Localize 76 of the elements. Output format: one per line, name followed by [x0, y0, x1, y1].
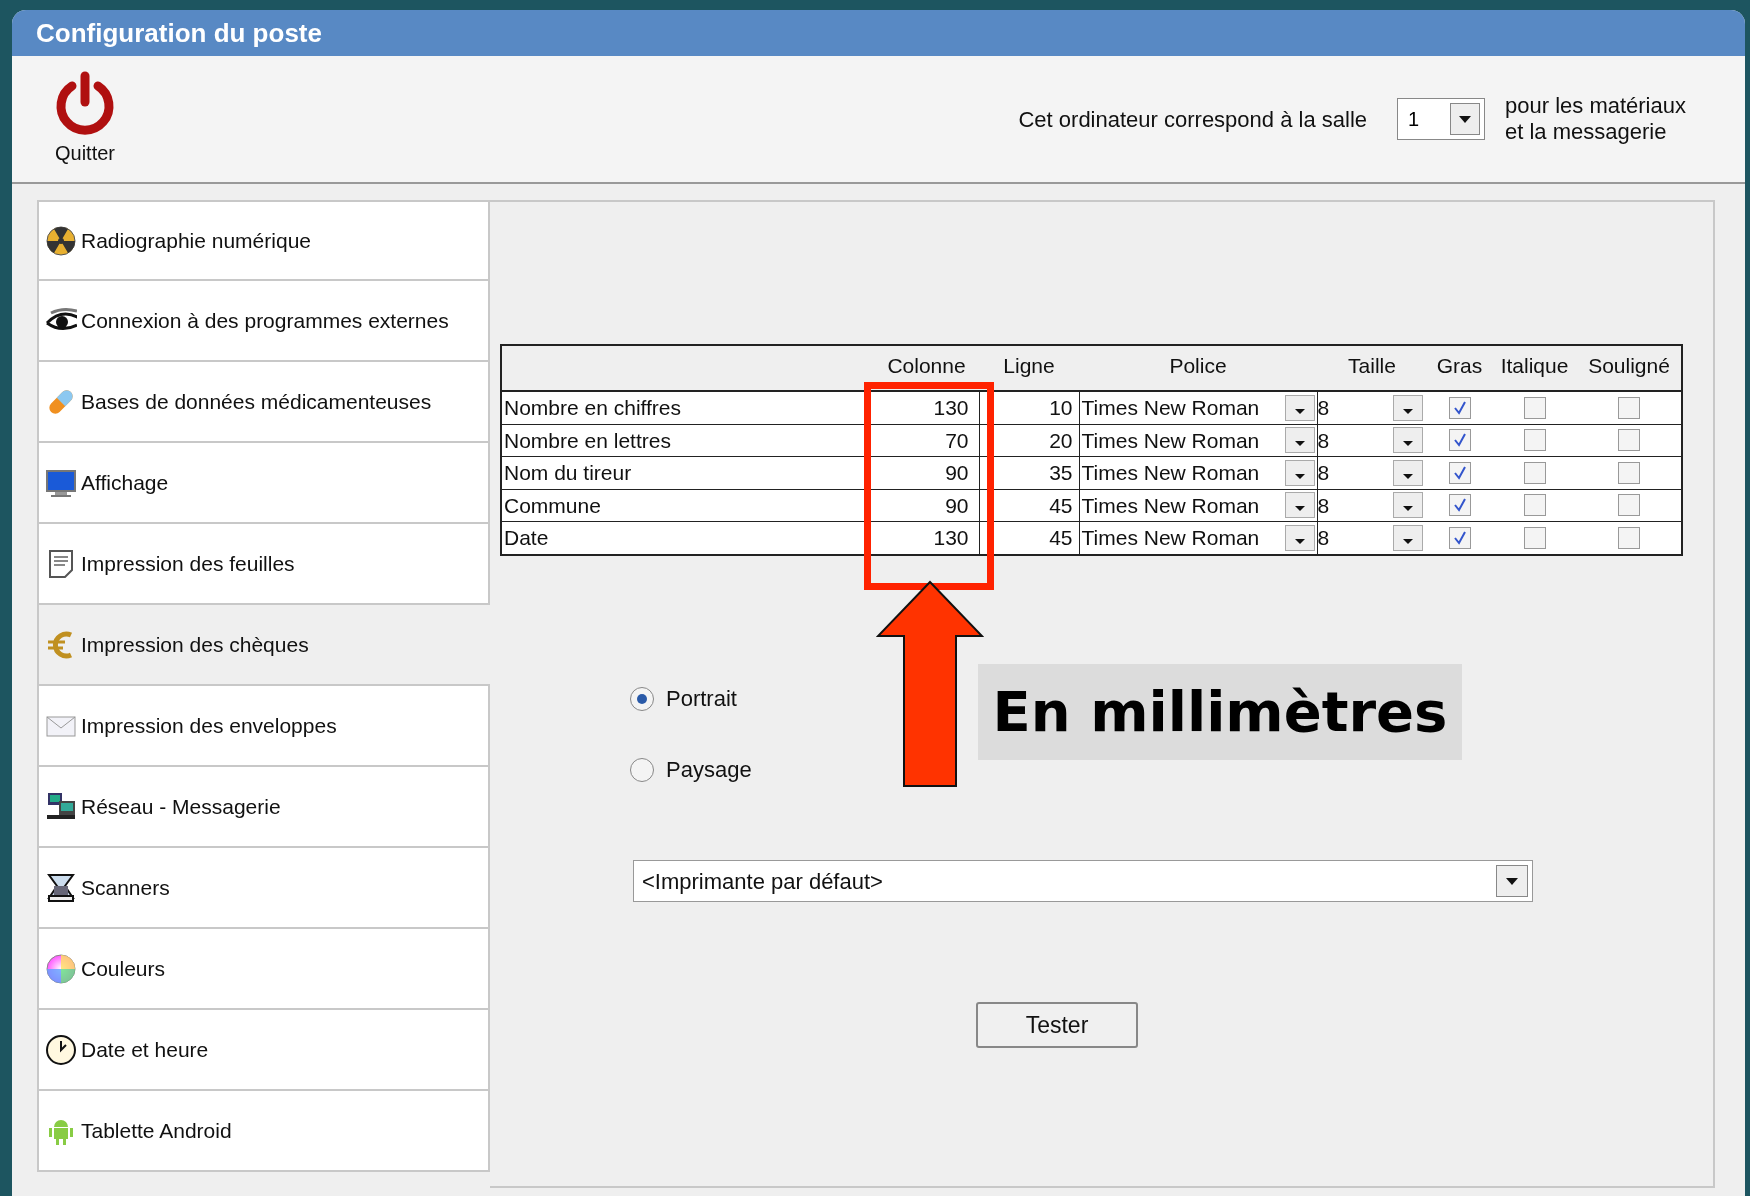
room-dropdown[interactable]: 1	[1397, 98, 1485, 140]
checkbox[interactable]	[1618, 526, 1640, 549]
table-cell: Nom du tireur	[501, 456, 874, 489]
sidebar-item[interactable]: Impression des enveloppes	[37, 686, 490, 767]
sidebar-item[interactable]: Connexion à des programmes externes	[37, 281, 490, 362]
font-dropdown[interactable]: Times New Roman	[1079, 522, 1317, 554]
radio-option[interactable]: Paysage	[630, 753, 752, 786]
sidebar-item[interactable]: Affichage	[37, 443, 490, 524]
column-header: Gras	[1427, 345, 1492, 391]
room-note: pour les matériaux et la messagerie	[1505, 93, 1687, 145]
sidebar-item[interactable]: Scanners	[37, 848, 490, 929]
size-dropdown[interactable]: 8	[1317, 392, 1427, 424]
annotation-label: En millimètres	[978, 664, 1462, 760]
checkbox[interactable]	[1448, 396, 1471, 419]
font-dropdown[interactable]: Times New Roman	[1079, 457, 1317, 489]
font-dropdown[interactable]: Times New Roman	[1079, 424, 1317, 456]
sidebar-item[interactable]: Impression des chèques	[37, 605, 492, 686]
checkmark-icon	[1451, 529, 1468, 546]
checkmark-icon	[1451, 497, 1468, 514]
checkbox[interactable]	[1523, 396, 1546, 419]
up-arrow-icon	[876, 580, 984, 788]
checkbox[interactable]	[1448, 526, 1471, 549]
checkbox[interactable]	[1448, 461, 1471, 484]
printer-dropdown[interactable]: <Imprimante par défaut>	[633, 860, 1533, 902]
table-cell: Nombre en chiffres	[501, 391, 874, 424]
size-dropdown[interactable]: 8	[1317, 489, 1427, 521]
table-cell: Nombre en lettres	[501, 424, 874, 457]
table-cell[interactable]: 130	[874, 391, 979, 424]
column-header: Police	[1079, 345, 1317, 391]
table-cell: Commune	[501, 489, 874, 522]
size-dropdown[interactable]: 8	[1317, 457, 1427, 489]
quit-button[interactable]: Quitter	[52, 70, 118, 168]
room-label: Cet ordinateur correspond à la salle	[1018, 105, 1367, 134]
checkbox[interactable]	[1523, 461, 1546, 484]
checkbox[interactable]	[1618, 494, 1640, 517]
radio-button[interactable]	[630, 686, 654, 711]
checkbox[interactable]	[1448, 494, 1471, 517]
checkbox[interactable]	[1523, 494, 1546, 517]
table-cell[interactable]: 130	[874, 521, 979, 555]
column-header: Souligné	[1577, 345, 1682, 391]
font-dropdown[interactable]: Times New Roman	[1079, 489, 1317, 521]
sidebar-item[interactable]: Réseau - Messagerie	[37, 767, 490, 848]
checkmark-icon	[1451, 399, 1468, 416]
sidebar-item[interactable]: Bases de données médicamenteuses	[37, 362, 490, 443]
table-cell: Date	[501, 521, 874, 555]
sidebar-item[interactable]: Radiographie numérique	[37, 200, 490, 281]
column-header: Colonne	[874, 345, 979, 391]
checkbox[interactable]	[1448, 429, 1471, 452]
column-header: Taille	[1317, 345, 1427, 391]
checkmark-icon	[1451, 432, 1468, 449]
column-header: Ligne	[979, 345, 1079, 391]
table-cell[interactable]: 90	[874, 456, 979, 489]
sidebar-item[interactable]: Impression des feuilles	[37, 524, 490, 605]
checkbox[interactable]	[1523, 526, 1546, 549]
font-dropdown[interactable]: Times New Roman	[1079, 392, 1317, 424]
checkmark-icon	[1451, 464, 1468, 481]
checkbox[interactable]	[1618, 461, 1640, 484]
radiation-icon	[45, 224, 77, 257]
table-cell[interactable]: 90	[874, 489, 979, 522]
size-dropdown[interactable]: 8	[1317, 424, 1427, 456]
color-wheel-icon	[45, 952, 77, 985]
checkbox[interactable]	[1618, 429, 1640, 452]
table-cell[interactable]: 70	[874, 424, 979, 457]
sidebar-item[interactable]: Date et heure	[37, 1010, 490, 1091]
clock-icon	[45, 1033, 77, 1066]
radio-option[interactable]: Portrait	[630, 682, 752, 715]
test-button[interactable]: Tester	[976, 1002, 1138, 1048]
checkbox[interactable]	[1523, 429, 1546, 452]
size-dropdown[interactable]: 8	[1317, 522, 1427, 554]
sidebar-item[interactable]: Couleurs	[37, 929, 490, 1010]
column-header: Italique	[1492, 345, 1577, 391]
sidebar-item[interactable]: Tablette Android	[37, 1091, 490, 1172]
scanner-icon	[45, 871, 77, 904]
window-title: Configuration du poste	[12, 10, 1745, 56]
checkbox[interactable]	[1618, 396, 1640, 419]
radio-button[interactable]	[630, 757, 654, 782]
